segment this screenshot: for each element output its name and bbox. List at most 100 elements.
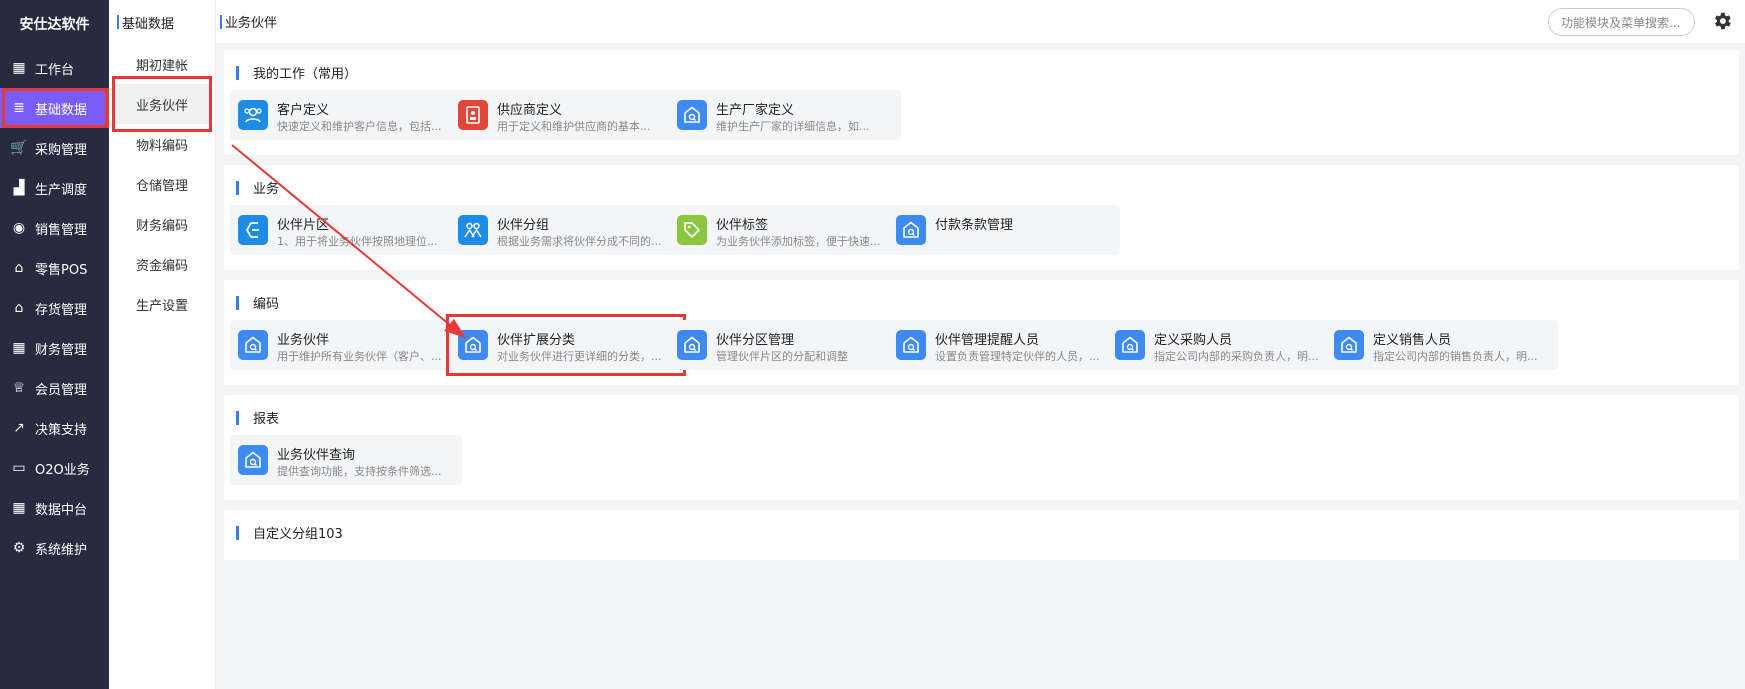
card-description: 用于定义和维护供应商的基本...	[497, 120, 651, 133]
breadcrumb: 业务伙伴	[216, 12, 277, 31]
section-title-text: 编码	[253, 297, 280, 312]
sidebar-item-6[interactable]: ⌂ 存货管理	[0, 288, 109, 328]
card-description: 根据业务需求将伙伴分成不同的...	[497, 235, 662, 248]
breadcrumb-label[interactable]: 业务伙伴	[225, 12, 277, 31]
sidebar-item-label: 基础数据	[35, 102, 88, 118]
section-title-text: 报表	[253, 412, 280, 427]
section-title: 我的工作（常用）	[236, 63, 357, 82]
section-accent-bar	[236, 295, 239, 310]
card-description: 管理伙伴片区的分配和调整	[716, 350, 848, 363]
card-title: 伙伴管理提醒人员	[935, 333, 1040, 348]
warehouse-icon: ⌂	[14, 300, 24, 316]
sidebar-item-5[interactable]: ⌂ 零售POS	[0, 248, 109, 288]
card-title: 伙伴标签	[716, 218, 769, 233]
region-icon	[238, 215, 268, 245]
store-icon: ⌂	[14, 260, 24, 276]
section-title: 自定义分组103	[236, 523, 343, 542]
sidebar-item-1[interactable]: ≣ 基础数据	[0, 88, 109, 128]
function-card[interactable]: 伙伴片区 1、用于将业务伙伴按照地理位...	[230, 205, 462, 255]
card-description: 维护生产厂家的详细信息，如...	[716, 120, 870, 133]
card-description: 为业务伙伴添加标签，便于快速...	[716, 235, 881, 248]
card-description: 设置负责管理特定伙伴的人员，...	[935, 350, 1100, 363]
sidebar-item-label: 存货管理	[35, 302, 88, 318]
group-icon	[458, 215, 488, 245]
home-icon	[238, 445, 268, 475]
function-card[interactable]: 生产厂家定义维护生产厂家的详细信息，如...	[669, 90, 901, 140]
home-icon	[896, 330, 926, 360]
home-icon	[1334, 330, 1364, 360]
grid-icon: ▦	[12, 60, 26, 76]
sidebar-item-label: 工作台	[35, 62, 75, 78]
customer-icon	[238, 100, 268, 130]
sidebar-item-10[interactable]: ▭ O2O业务	[0, 448, 109, 488]
subnav-item-1[interactable]: 业务伙伴	[112, 76, 212, 132]
sidebar-item-12[interactable]: ⚙ 系统维护	[0, 528, 109, 568]
sidebar-item-label: 零售POS	[35, 262, 88, 278]
subnav-item-4[interactable]: 财务编码	[109, 204, 215, 244]
card-title: 定义销售人员	[1373, 333, 1452, 348]
sidebar-item-0[interactable]: ▦ 工作台	[0, 48, 109, 88]
section-panel-4: 自定义分组103	[224, 510, 1739, 560]
subnav-title: 基础数据	[122, 16, 175, 32]
cart-icon: 🛒	[10, 140, 28, 156]
sidebar-item-9[interactable]: ↗ 决策支持	[0, 408, 109, 448]
function-card[interactable]: 伙伴管理提醒人员设置负责管理特定伙伴的人员，...	[888, 320, 1120, 370]
settings-gear-icon[interactable]	[1711, 10, 1733, 32]
section-panel-1: 业务 伙伴片区 1、用于将业务伙伴按照地理位... 伙伴分组 根据业务需求将伙伴分成不同…	[224, 165, 1739, 270]
card-description: 1、用于将业务伙伴按照地理位...	[277, 235, 438, 248]
home-icon	[677, 330, 707, 360]
grid-icon: ▦	[12, 500, 26, 516]
home-icon	[896, 215, 926, 245]
subnav-item-6[interactable]: 生产设置	[109, 284, 215, 324]
section-accent-bar	[236, 65, 239, 80]
card-title: 付款条款管理	[935, 218, 1014, 233]
sidebar-item-2[interactable]: 🛒 采购管理	[0, 128, 109, 168]
section-title: 业务	[236, 178, 279, 197]
subnav-item-5[interactable]: 资金编码	[109, 244, 215, 284]
home-icon	[1115, 330, 1145, 360]
card-title: 伙伴分组	[497, 218, 550, 233]
function-card[interactable]: 付款条款管理	[888, 205, 1120, 255]
function-card[interactable]: 定义采购人员 指定公司内部的采购负责人，明...	[1107, 320, 1339, 370]
function-card[interactable]: 定义销售人员 指定公司内部的销售负责人，明...	[1326, 320, 1558, 370]
sidebar-item-4[interactable]: ◉ 销售管理	[0, 208, 109, 248]
function-card[interactable]: 客户定义 快速定义和维护客户信息，包括...	[230, 90, 462, 140]
function-card[interactable]: 供应商定义 用于定义和维护供应商的基本...	[450, 90, 682, 140]
top-bar: 业务伙伴 功能模块及菜单搜索...	[216, 0, 1745, 44]
sidebar-item-8[interactable]: ♕ 会员管理	[0, 368, 109, 408]
card-description: 用于维护所有业务伙伴（客户、...	[277, 350, 442, 363]
sidebar-item-3[interactable]: ▟ 生产调度	[0, 168, 109, 208]
chart-icon: ↗	[13, 420, 25, 436]
main-sidebar: 安仕达软件 ▦ 工作台 ≣ 基础数据 🛒 采购管理 ▟ 生产调度 ◉ 销售管理 ⌂ 零售POS ⌂ 存货管…	[0, 0, 109, 689]
sidebar-item-label: 销售管理	[35, 222, 88, 238]
sub-navigation: 基础数据 期初建帐 业务伙伴 物料编码 仓储管理 财务编码 资金编码 生产设置	[109, 0, 216, 689]
function-card[interactable]: 伙伴扩展分类对业务伙伴进行更详细的分类，...	[446, 314, 686, 376]
function-card[interactable]: 伙伴分组根据业务需求将伙伴分成不同的...	[450, 205, 682, 255]
function-card[interactable]: 伙伴分区管理管理伙伴片区的分配和调整	[669, 320, 901, 370]
card-description: 指定公司内部的采购负责人，明...	[1154, 350, 1319, 363]
function-card[interactable]: 业务伙伴查询 提供查询功能，支持按条件筛选...	[230, 435, 462, 485]
search-input[interactable]: 功能模块及菜单搜索...	[1548, 8, 1695, 36]
sidebar-item-label: 系统维护	[35, 542, 88, 558]
sidebar-item-label: 生产调度	[35, 182, 88, 198]
crown-icon: ♕	[12, 380, 26, 396]
subnav-item-3[interactable]: 仓储管理	[109, 164, 215, 204]
card-title: 伙伴分区管理	[716, 333, 795, 348]
header-accent-bar	[117, 15, 119, 29]
database-icon: ≣	[13, 100, 25, 116]
section-panel-0: 我的工作（常用） 客户定义 快速定义和维护客户信息，包括... 供应商定义 用于定义和维…	[224, 50, 1739, 155]
subnav-header: 基础数据	[109, 0, 215, 44]
function-card[interactable]: 伙伴标签为业务伙伴添加标签，便于快速...	[669, 205, 901, 255]
sidebar-item-11[interactable]: ▦ 数据中台	[0, 488, 109, 528]
section-accent-bar	[236, 410, 239, 425]
card-title: 生产厂家定义	[716, 103, 795, 118]
function-card[interactable]: 业务伙伴 用于维护所有业务伙伴（客户、...	[230, 320, 462, 370]
sidebar-item-label: 财务管理	[35, 342, 88, 358]
card-title: 伙伴扩展分类	[497, 333, 576, 348]
card-description: 对业务伙伴进行更详细的分类，...	[497, 350, 662, 363]
monitor-icon: ▭	[12, 460, 26, 476]
section-title-text: 我的工作（常用）	[253, 67, 358, 82]
sidebar-item-7[interactable]: ▦ 财务管理	[0, 328, 109, 368]
factory-icon: ▟	[13, 180, 25, 196]
card-description: 提供查询功能，支持按条件筛选...	[277, 465, 442, 478]
